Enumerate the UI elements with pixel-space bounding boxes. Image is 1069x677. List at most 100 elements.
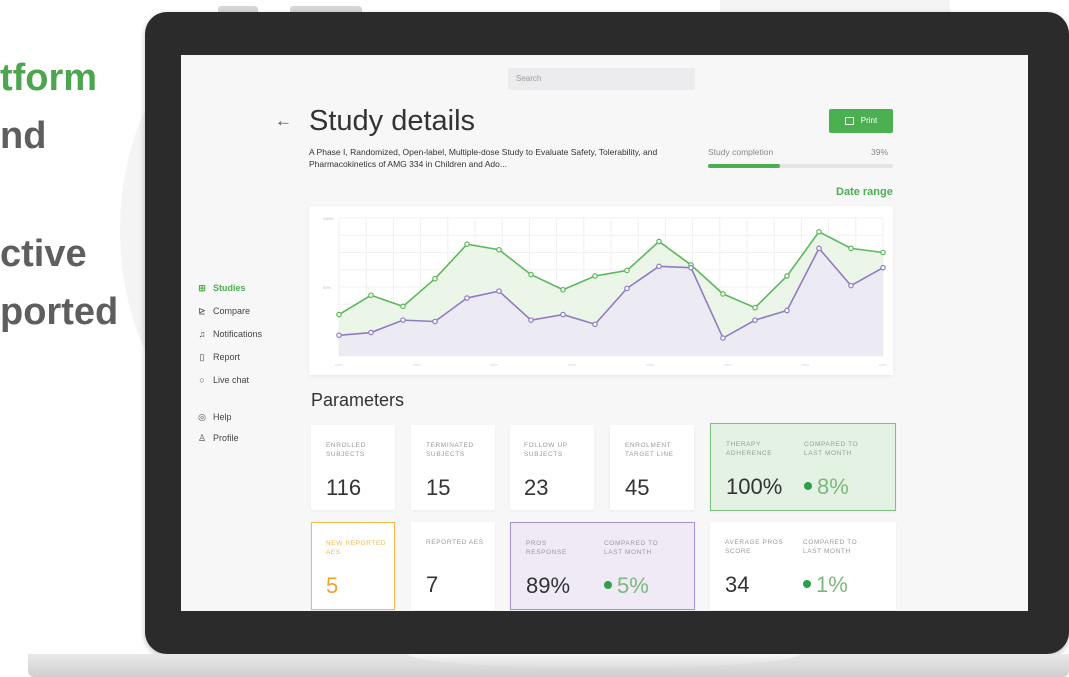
grid-icon: ⊞ bbox=[198, 283, 206, 293]
card-label: PROS RESPONSE bbox=[526, 540, 567, 556]
card-label: FOLLOW UP SUBJECTS bbox=[524, 442, 568, 458]
card-label: NEW REPORTED AES bbox=[326, 540, 387, 556]
sidebar-item-report[interactable]: ▯ Report bbox=[197, 352, 241, 363]
data-point bbox=[336, 332, 342, 339]
new-reported-aes-card[interactable]: NEW REPORTED AES 5 bbox=[311, 522, 395, 610]
data-point bbox=[560, 311, 566, 318]
app-screen: Search ← Study details A Phase I, Random… bbox=[181, 55, 1028, 611]
sidebar-item-label: Help bbox=[213, 412, 232, 422]
data-point bbox=[560, 286, 566, 293]
trend-up-icon bbox=[803, 580, 811, 589]
sidebar-item-help[interactable]: ◎ Help bbox=[197, 412, 232, 423]
data-point bbox=[464, 241, 470, 248]
pros-response-card[interactable]: PROS RESPONSE COMPARED TO LAST MONTH 89%… bbox=[510, 522, 695, 610]
data-point bbox=[752, 317, 758, 323]
sidebar-item-profile[interactable]: ♙ Profile bbox=[197, 433, 239, 444]
chat-icon: ○ bbox=[199, 375, 205, 385]
promo-line-3: ctive bbox=[0, 233, 87, 275]
data-point bbox=[816, 228, 822, 235]
card-value: 15 bbox=[426, 475, 451, 500]
card-delta: 5% bbox=[604, 573, 649, 599]
data-point bbox=[720, 335, 726, 341]
enrolment-target-line-card[interactable]: ENROLMENT TARGET LINE 45 bbox=[610, 425, 694, 510]
bell-icon: ♫ bbox=[198, 329, 206, 339]
data-point bbox=[368, 292, 374, 299]
reported-aes-card[interactable]: REPORTED AES 7 bbox=[411, 522, 495, 610]
card-value: 100% bbox=[726, 474, 783, 499]
data-point bbox=[592, 321, 598, 328]
compare-label: COMPARED TO LAST MONTH bbox=[804, 441, 859, 457]
data-point bbox=[496, 288, 502, 294]
data-point bbox=[368, 329, 374, 336]
data-point bbox=[848, 282, 854, 289]
card-label: AVERAGE PROS SCORE bbox=[725, 539, 784, 555]
data-point bbox=[592, 273, 598, 279]
sidebar-item-notifications[interactable]: ♫ Notifications bbox=[197, 329, 262, 339]
sidebar-item-compare[interactable]: ⊵ Compare bbox=[197, 306, 250, 317]
promo-line-1: tform bbox=[0, 57, 98, 99]
sidebar-item-label: Profile bbox=[213, 433, 239, 443]
study-progress-chart: 100% 50% bbox=[323, 216, 887, 366]
data-point bbox=[752, 304, 758, 311]
y-tick-label: 100% bbox=[323, 216, 334, 221]
sidebar-item-live-chat[interactable]: ○ Live chat bbox=[197, 375, 249, 385]
data-point bbox=[656, 263, 662, 270]
average-pros-score-card[interactable]: AVERAGE PROS SCORE COMPARED TO LAST MONT… bbox=[710, 522, 896, 610]
card-delta: 1% bbox=[803, 572, 848, 598]
compare-label: COMPARED TO LAST MONTH bbox=[604, 540, 659, 556]
data-point bbox=[880, 249, 886, 256]
data-point bbox=[656, 238, 662, 245]
document-icon: ▯ bbox=[199, 352, 205, 362]
card-label: ENROLMENT TARGET LINE bbox=[625, 442, 674, 458]
study-completion-progress bbox=[708, 164, 893, 168]
data-point bbox=[624, 285, 630, 292]
therapy-adherence-card[interactable]: THERAPY ADHERENCE COMPARED TO LAST MONTH… bbox=[710, 423, 896, 511]
promo-line-2: nd bbox=[0, 115, 47, 157]
page-title: Study details bbox=[309, 105, 476, 137]
follow-up-subjects-card[interactable]: FOLLOW UP SUBJECTS 23 bbox=[510, 425, 594, 510]
y-tick-label: 50% bbox=[323, 285, 331, 290]
parameters-heading: Parameters bbox=[311, 390, 405, 410]
data-point bbox=[720, 291, 726, 297]
card-label: THERAPY ADHERENCE bbox=[726, 441, 773, 457]
back-arrow-icon[interactable]: ← bbox=[275, 111, 292, 131]
data-point bbox=[400, 303, 406, 310]
delta-value: 1% bbox=[816, 572, 848, 597]
print-button[interactable]: Print bbox=[829, 109, 893, 133]
card-value: 34 bbox=[725, 572, 750, 597]
data-point bbox=[848, 245, 854, 252]
sidebar-item-label: Compare bbox=[213, 306, 251, 316]
study-chart-card: 100% 50% bbox=[309, 206, 893, 375]
card-value: 89% bbox=[526, 573, 571, 598]
enrolled-subjects-card[interactable]: ENROLLED SUBJECTS 116 bbox=[311, 425, 395, 510]
data-point bbox=[528, 271, 534, 278]
search-input[interactable]: Search bbox=[508, 68, 695, 90]
study-completion-label: Study completion bbox=[708, 147, 774, 157]
data-point bbox=[528, 317, 534, 323]
card-value: 45 bbox=[625, 475, 650, 500]
promo-line-4: ported bbox=[0, 291, 119, 333]
data-point bbox=[496, 246, 502, 253]
data-point bbox=[336, 311, 342, 318]
trend-up-icon bbox=[604, 581, 612, 590]
card-value: 7 bbox=[426, 572, 439, 597]
terminated-subjects-card[interactable]: TERMINATED SUBJECTS 15 bbox=[411, 425, 495, 510]
sidebar-item-label: Studies bbox=[213, 283, 246, 293]
date-range-link[interactable]: Date range bbox=[836, 186, 893, 198]
sidebar-item-studies[interactable]: ⊞ Studies bbox=[197, 283, 246, 294]
data-point bbox=[816, 245, 822, 252]
user-icon: ♙ bbox=[197, 433, 207, 443]
study-completion-progress-fill bbox=[708, 164, 781, 168]
card-label: TERMINATED SUBJECTS bbox=[426, 442, 474, 458]
printer-icon bbox=[844, 116, 854, 125]
study-completion-value: 39% bbox=[871, 147, 889, 157]
data-point bbox=[432, 275, 438, 282]
data-point bbox=[624, 267, 630, 274]
data-point bbox=[464, 295, 470, 301]
delta-value: 8% bbox=[817, 474, 849, 499]
data-point bbox=[432, 318, 438, 325]
sidebar-item-label: Live chat bbox=[213, 375, 250, 385]
card-label: ENROLLED SUBJECTS bbox=[326, 442, 366, 458]
print-button-label: Print bbox=[860, 116, 878, 125]
data-point bbox=[880, 264, 886, 271]
